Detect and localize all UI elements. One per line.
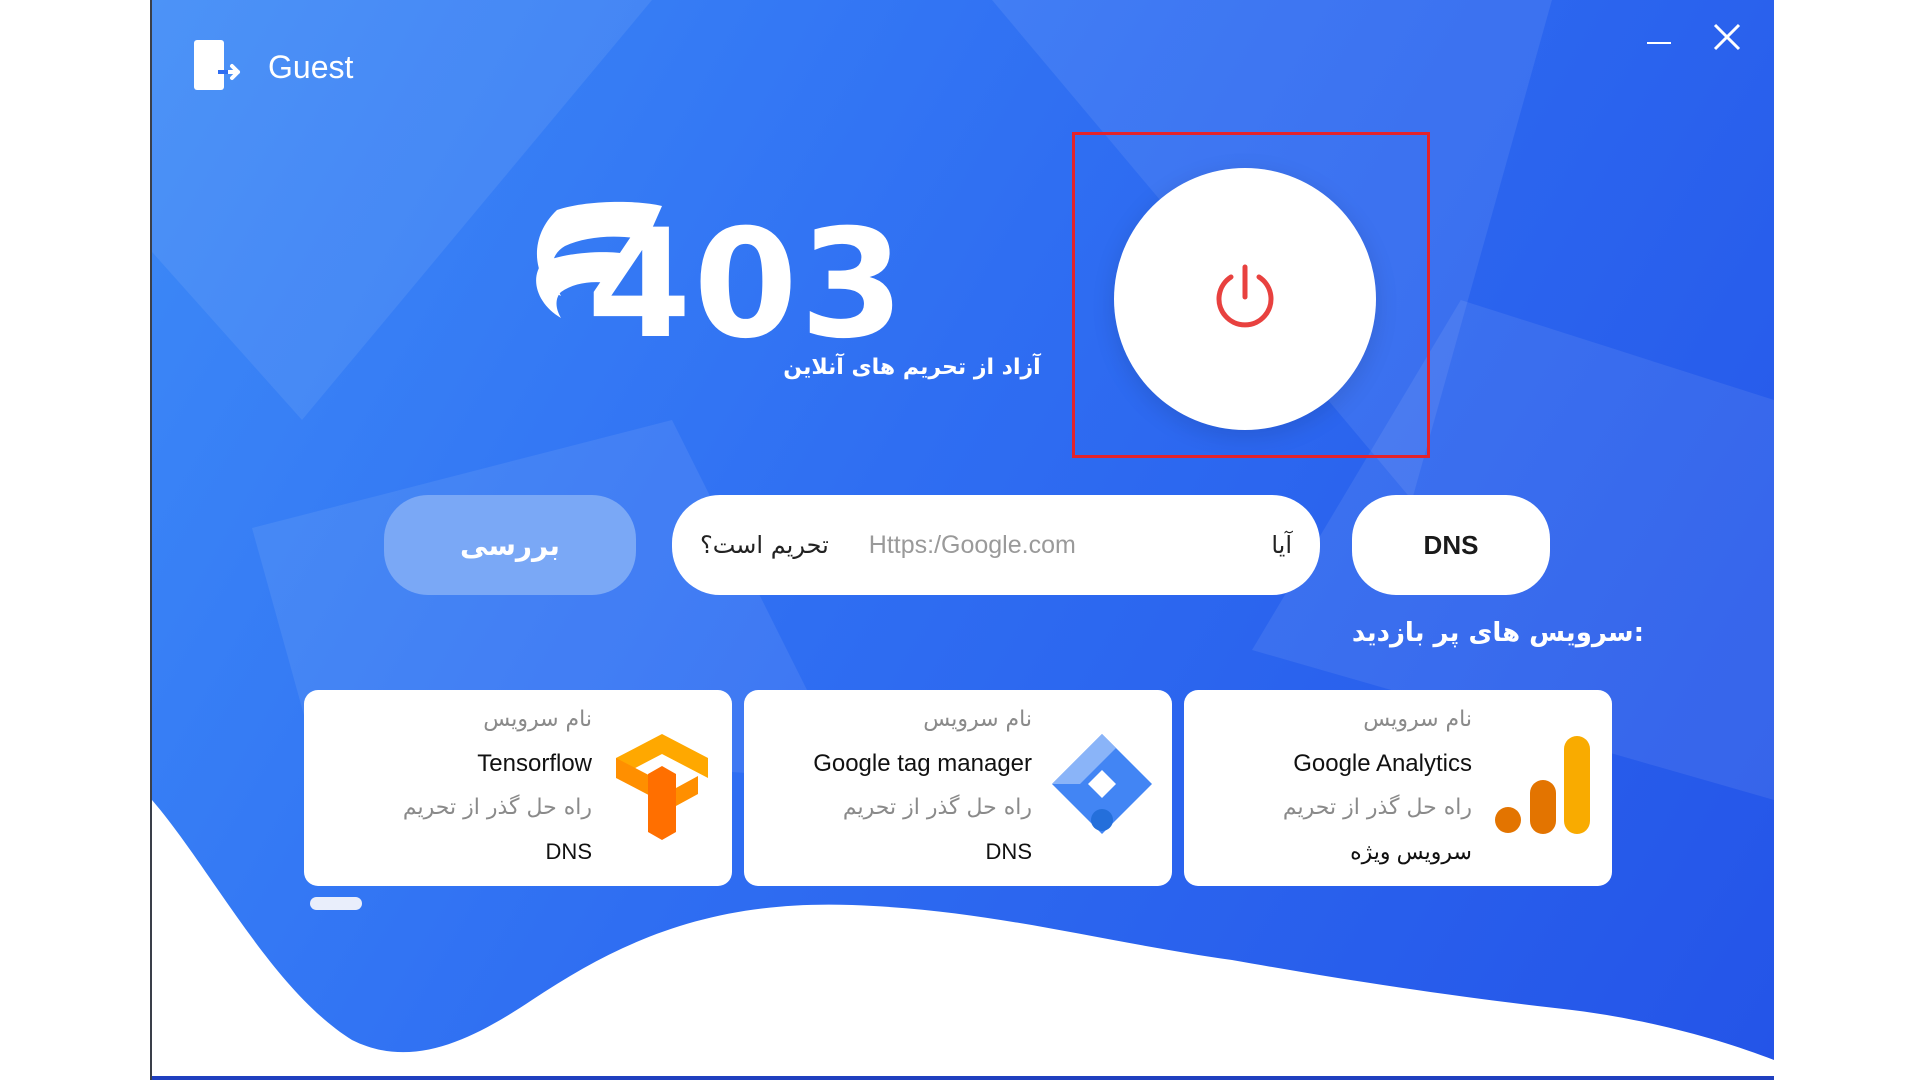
- tensorflow-icon: [606, 728, 718, 840]
- dns-button[interactable]: DNS: [1352, 495, 1550, 595]
- app-window: Guest 403 آزاد از تحریم های آنلاین بررسی…: [152, 0, 1774, 1080]
- close-button[interactable]: [1706, 18, 1748, 60]
- bypass-solution-type: DNS: [985, 839, 1032, 864]
- google-analytics-icon: [1486, 728, 1598, 840]
- tagline: آزاد از تحریم های آنلاین: [783, 355, 1041, 380]
- sanction-check-field: تحریم است؟ آیا: [672, 495, 1320, 595]
- service-name: Tensorflow: [477, 750, 592, 777]
- service-name: Google tag manager: [813, 750, 1032, 777]
- logout-icon[interactable]: [188, 36, 246, 98]
- carousel-indicator[interactable]: [310, 897, 362, 910]
- connect-power-button[interactable]: [1114, 168, 1376, 430]
- bypass-solution-type: سرویس ویژه: [1350, 839, 1472, 864]
- service-name-label: نام سرویس: [483, 707, 592, 732]
- user-profile[interactable]: Guest: [188, 36, 353, 98]
- user-name: Guest: [268, 48, 354, 85]
- logo-number: 403: [587, 198, 907, 372]
- service-name: Google Analytics: [1293, 750, 1472, 777]
- google-tag-manager-icon: [1046, 728, 1158, 840]
- check-button[interactable]: بررسی: [384, 495, 636, 595]
- service-name-label: نام سرویس: [923, 707, 1032, 732]
- bypass-solution-label: راه حل گذر از تحریم: [1282, 795, 1472, 820]
- window-bottom-edge: [152, 1076, 1774, 1080]
- minimize-button[interactable]: [1638, 18, 1680, 60]
- service-name-label: نام سرویس: [1363, 707, 1472, 732]
- power-icon: [1205, 257, 1285, 341]
- question-prefix: آیا: [1271, 531, 1292, 559]
- service-card-google-analytics[interactable]: نام سرویس Google Analytics راه حل گذر از…: [1184, 690, 1612, 886]
- url-input[interactable]: [868, 530, 1169, 560]
- bypass-solution-label: راه حل گذر از تحریم: [402, 795, 592, 820]
- bypass-solution-label: راه حل گذر از تحریم: [842, 795, 1032, 820]
- minimize-icon: [1645, 23, 1673, 55]
- service-card-tensorflow[interactable]: نام سرویس Tensorflow راه حل گذر از تحریم…: [304, 690, 732, 886]
- bypass-solution-type: DNS: [545, 839, 592, 864]
- service-card-google-tag-manager[interactable]: نام سرویس Google tag manager راه حل گذر …: [744, 690, 1172, 886]
- question-suffix: تحریم است؟: [700, 531, 829, 559]
- popular-services-title: سرویس های پر بازدید:: [1351, 618, 1644, 648]
- close-icon: [1712, 22, 1742, 56]
